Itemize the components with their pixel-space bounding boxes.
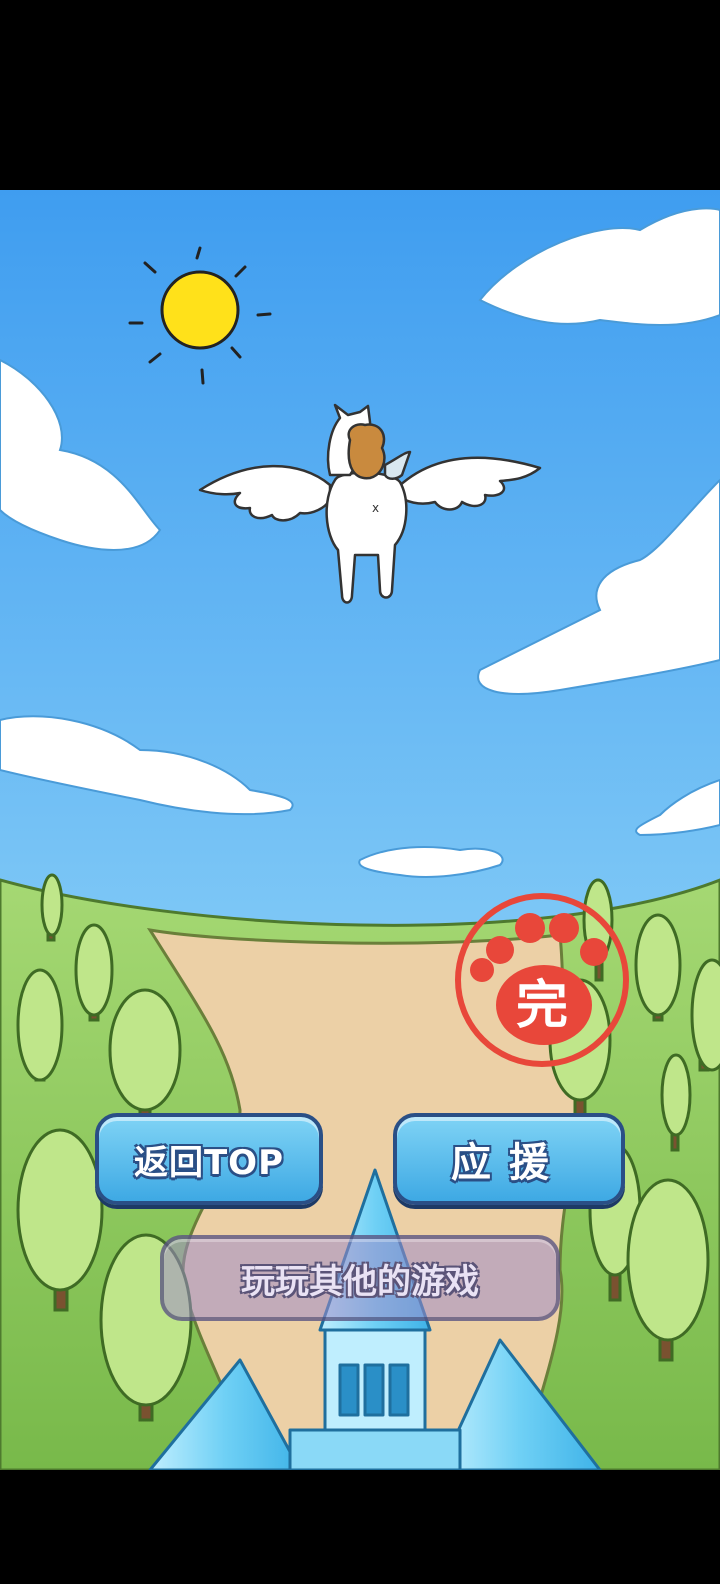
- play-other-games-button[interactable]: 玩玩其他的游戏: [160, 1235, 560, 1321]
- complete-stamp: 完: [452, 890, 632, 1070]
- bottom-black-bar: [0, 1470, 720, 1584]
- play-other-games-label: 玩玩其他的游戏: [241, 1261, 479, 1302]
- top-black-bar: [0, 0, 720, 190]
- back-to-top-label: 返回TOP: [133, 1142, 284, 1183]
- stamp-label: 完: [515, 975, 568, 1036]
- back-to-top-button[interactable]: 返回TOP: [95, 1113, 323, 1205]
- support-label: 应援: [451, 1140, 567, 1186]
- svg-text:x: x: [372, 501, 379, 515]
- support-button[interactable]: 应援: [393, 1113, 625, 1205]
